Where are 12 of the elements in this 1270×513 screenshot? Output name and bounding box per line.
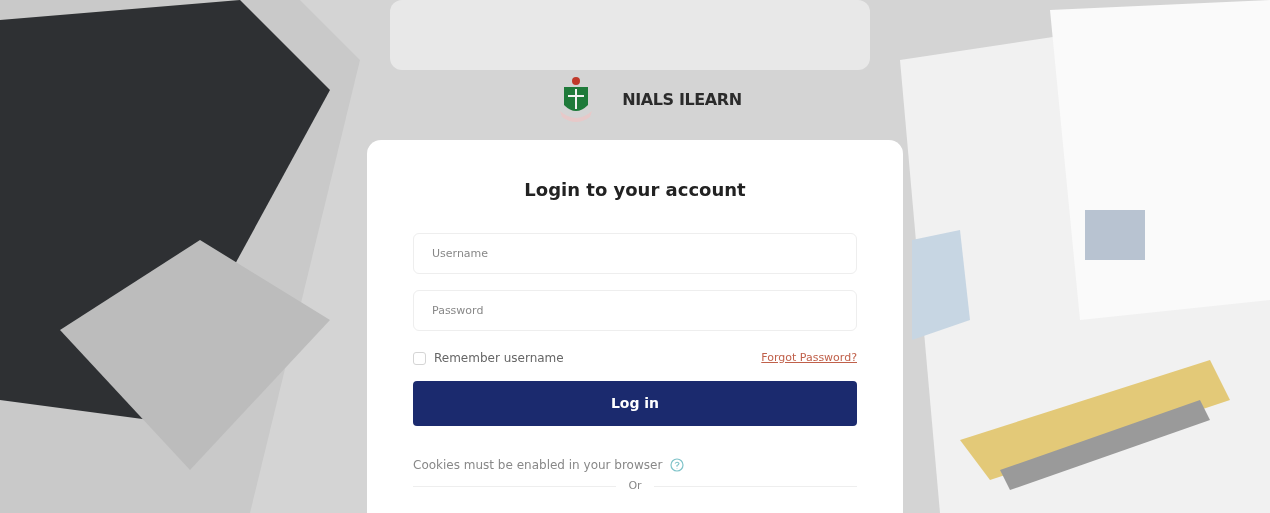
login-title: Login to your account	[523, 178, 747, 202]
crest-icon	[558, 75, 595, 125]
username-field[interactable]: Username	[413, 233, 857, 274]
remember-label: Remember username	[434, 350, 564, 367]
password-field[interactable]: Password	[413, 290, 857, 331]
brand-name: NIALS ILEARN	[622, 89, 742, 111]
help-icon[interactable]	[670, 458, 685, 472]
remember-checkbox[interactable]	[413, 351, 426, 365]
cookies-notice: Cookies must be enabled in your browser	[413, 457, 663, 474]
divider-label: Or	[628, 478, 642, 494]
login-button[interactable]: Log in	[413, 381, 857, 426]
forgot-password-link[interactable]: Forgot Password?	[761, 349, 857, 367]
